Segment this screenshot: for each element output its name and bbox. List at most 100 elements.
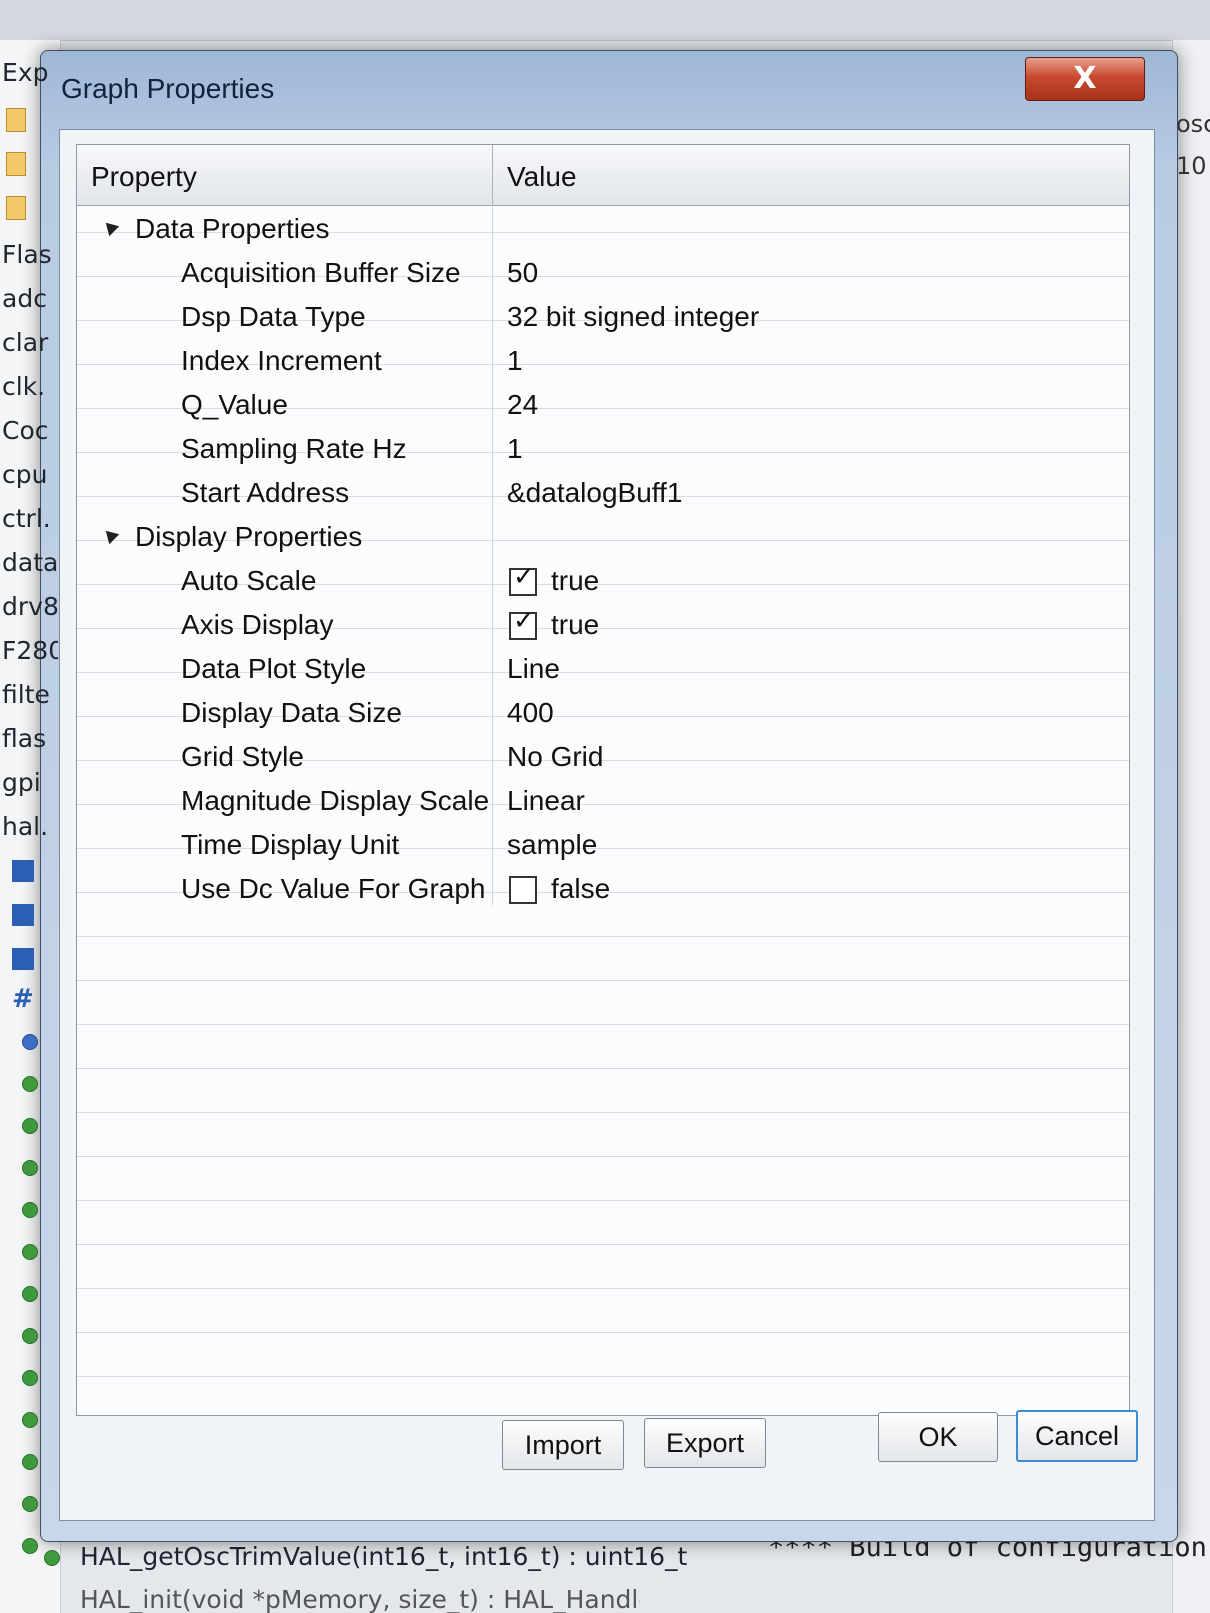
explorer-item[interactable]: Exp	[2, 58, 58, 87]
ide-outline-item[interactable]: HAL_getOscTrimValue(int16_t, int16_t) : …	[80, 1542, 687, 1571]
ide-outline-item[interactable]: HAL_init(void *pMemory, size_t) : HAL_Ha…	[80, 1585, 640, 1613]
property-name: Auto Scale	[181, 565, 317, 596]
explorer-item[interactable]: filte	[2, 680, 58, 709]
property-row[interactable]: Dsp Data Type 32 bit signed integer	[77, 295, 1129, 339]
property-name: Q_Value	[181, 389, 288, 420]
function-icon[interactable]	[22, 1202, 38, 1218]
property-row[interactable]: Data Plot Style Line	[77, 647, 1129, 691]
property-checkbox[interactable]: ✓	[509, 608, 537, 640]
function-icon[interactable]	[22, 1412, 38, 1428]
explorer-item[interactable]: drv8	[2, 592, 58, 621]
cancel-button[interactable]: Cancel	[1016, 1410, 1138, 1462]
explorer-item[interactable]: data	[2, 548, 58, 577]
right-panel-item[interactable]: osc	[1176, 110, 1210, 138]
export-button[interactable]: Export	[644, 1418, 766, 1468]
function-icon[interactable]	[22, 1286, 38, 1302]
property-row[interactable]: Start Address &datalogBuff1	[77, 471, 1129, 515]
right-panel-item[interactable]: 10	[1176, 152, 1210, 180]
category-label: Data Properties	[135, 213, 330, 244]
property-name: Display Data Size	[181, 697, 402, 728]
property-row[interactable]: Time Display Unit sample	[77, 823, 1129, 867]
property-name: Start Address	[181, 477, 350, 508]
property-value[interactable]: 50	[507, 257, 538, 289]
function-icon[interactable]	[22, 1454, 38, 1470]
property-row[interactable]: Index Increment 1	[77, 339, 1129, 383]
function-icon[interactable]	[22, 1076, 38, 1092]
dialog-title-bar[interactable]: Graph Properties X	[41, 51, 1177, 127]
struct-icon[interactable]	[12, 904, 34, 926]
property-value[interactable]: 1	[507, 433, 523, 465]
property-name: Sampling Rate Hz	[181, 433, 407, 464]
property-value[interactable]: Linear	[507, 785, 585, 817]
explorer-item[interactable]: gpi	[2, 768, 58, 797]
category-row[interactable]: Data Properties	[77, 207, 1129, 251]
explorer-item[interactable]: flas	[2, 724, 58, 753]
property-row[interactable]: Display Data Size 400	[77, 691, 1129, 735]
explorer-item[interactable]: clk.	[2, 372, 58, 401]
explorer-item[interactable]: F280	[2, 636, 58, 665]
macro-icon[interactable]: #	[12, 984, 34, 1014]
explorer-item[interactable]: hal.	[2, 812, 58, 841]
close-button[interactable]: X	[1025, 57, 1145, 101]
category-label: Display Properties	[135, 521, 363, 552]
property-row[interactable]: Acquisition Buffer Size 50	[77, 251, 1129, 295]
explorer-item[interactable]: clar	[2, 328, 58, 357]
property-row[interactable]: Axis Display ✓ true	[77, 603, 1129, 647]
explorer-item[interactable]: Flas	[2, 240, 58, 269]
property-row[interactable]: Sampling Rate Hz 1	[77, 427, 1129, 471]
property-value[interactable]: true	[551, 565, 599, 597]
property-row[interactable]: Auto Scale ✓ true	[77, 559, 1129, 603]
explorer-item[interactable]: cpu	[2, 460, 58, 489]
property-value[interactable]: true	[551, 609, 599, 641]
function-icon[interactable]	[22, 1496, 38, 1512]
graph-properties-dialog: Graph Properties X Property Value Data P…	[40, 50, 1178, 1542]
header-file-icon[interactable]	[6, 108, 26, 132]
function-icon[interactable]	[22, 1538, 38, 1554]
property-checkbox[interactable]: ✓	[509, 564, 537, 596]
function-icon[interactable]	[22, 1328, 38, 1344]
header-file-icon[interactable]	[6, 196, 26, 220]
property-value[interactable]: sample	[507, 829, 597, 861]
property-row[interactable]: Magnitude Display Scale Linear	[77, 779, 1129, 823]
expand-arrow-icon[interactable]	[100, 217, 120, 237]
explorer-item[interactable]: Coc	[2, 416, 58, 445]
ok-button[interactable]: OK	[878, 1412, 998, 1462]
struct-icon[interactable]	[12, 860, 34, 882]
function-icon[interactable]	[22, 1370, 38, 1386]
property-value[interactable]: 32 bit signed integer	[507, 301, 759, 333]
property-value[interactable]: Line	[507, 653, 560, 685]
expand-arrow-icon[interactable]	[100, 525, 120, 545]
property-name: Use Dc Value For Graph	[181, 873, 486, 904]
explorer-item[interactable]: ctrl.	[2, 504, 58, 533]
header-file-icon[interactable]	[6, 152, 26, 176]
dialog-title: Graph Properties	[61, 73, 275, 104]
category-row[interactable]: Display Properties	[77, 515, 1129, 559]
property-row[interactable]: Use Dc Value For Graph false	[77, 867, 1129, 911]
property-value[interactable]: false	[551, 873, 610, 905]
property-name: Dsp Data Type	[181, 301, 366, 332]
property-name: Magnitude Display Scale	[181, 785, 489, 816]
function-icon[interactable]	[22, 1244, 38, 1260]
property-grid-header: Property Value	[77, 145, 1129, 206]
property-value[interactable]: 400	[507, 697, 554, 729]
function-icon[interactable]	[22, 1034, 38, 1050]
column-divider[interactable]	[492, 145, 493, 205]
dialog-client-area: Property Value Data Properties Acquisitio…	[59, 129, 1155, 1521]
property-row[interactable]: Grid Style No Grid	[77, 735, 1129, 779]
function-icon[interactable]	[44, 1550, 60, 1566]
column-header-value[interactable]: Value	[507, 161, 577, 193]
property-name: Time Display Unit	[181, 829, 400, 860]
property-row[interactable]: Q_Value 24	[77, 383, 1129, 427]
property-value[interactable]: 1	[507, 345, 523, 377]
column-header-property[interactable]: Property	[91, 161, 197, 193]
import-button[interactable]: Import	[502, 1420, 624, 1470]
property-checkbox[interactable]	[509, 876, 537, 904]
property-name: Grid Style	[181, 741, 304, 772]
property-value[interactable]: &datalogBuff1	[507, 477, 682, 509]
struct-icon[interactable]	[12, 948, 34, 970]
property-value[interactable]: No Grid	[507, 741, 603, 773]
function-icon[interactable]	[22, 1160, 38, 1176]
explorer-item[interactable]: adc	[2, 284, 58, 313]
property-value[interactable]: 24	[507, 389, 538, 421]
function-icon[interactable]	[22, 1118, 38, 1134]
